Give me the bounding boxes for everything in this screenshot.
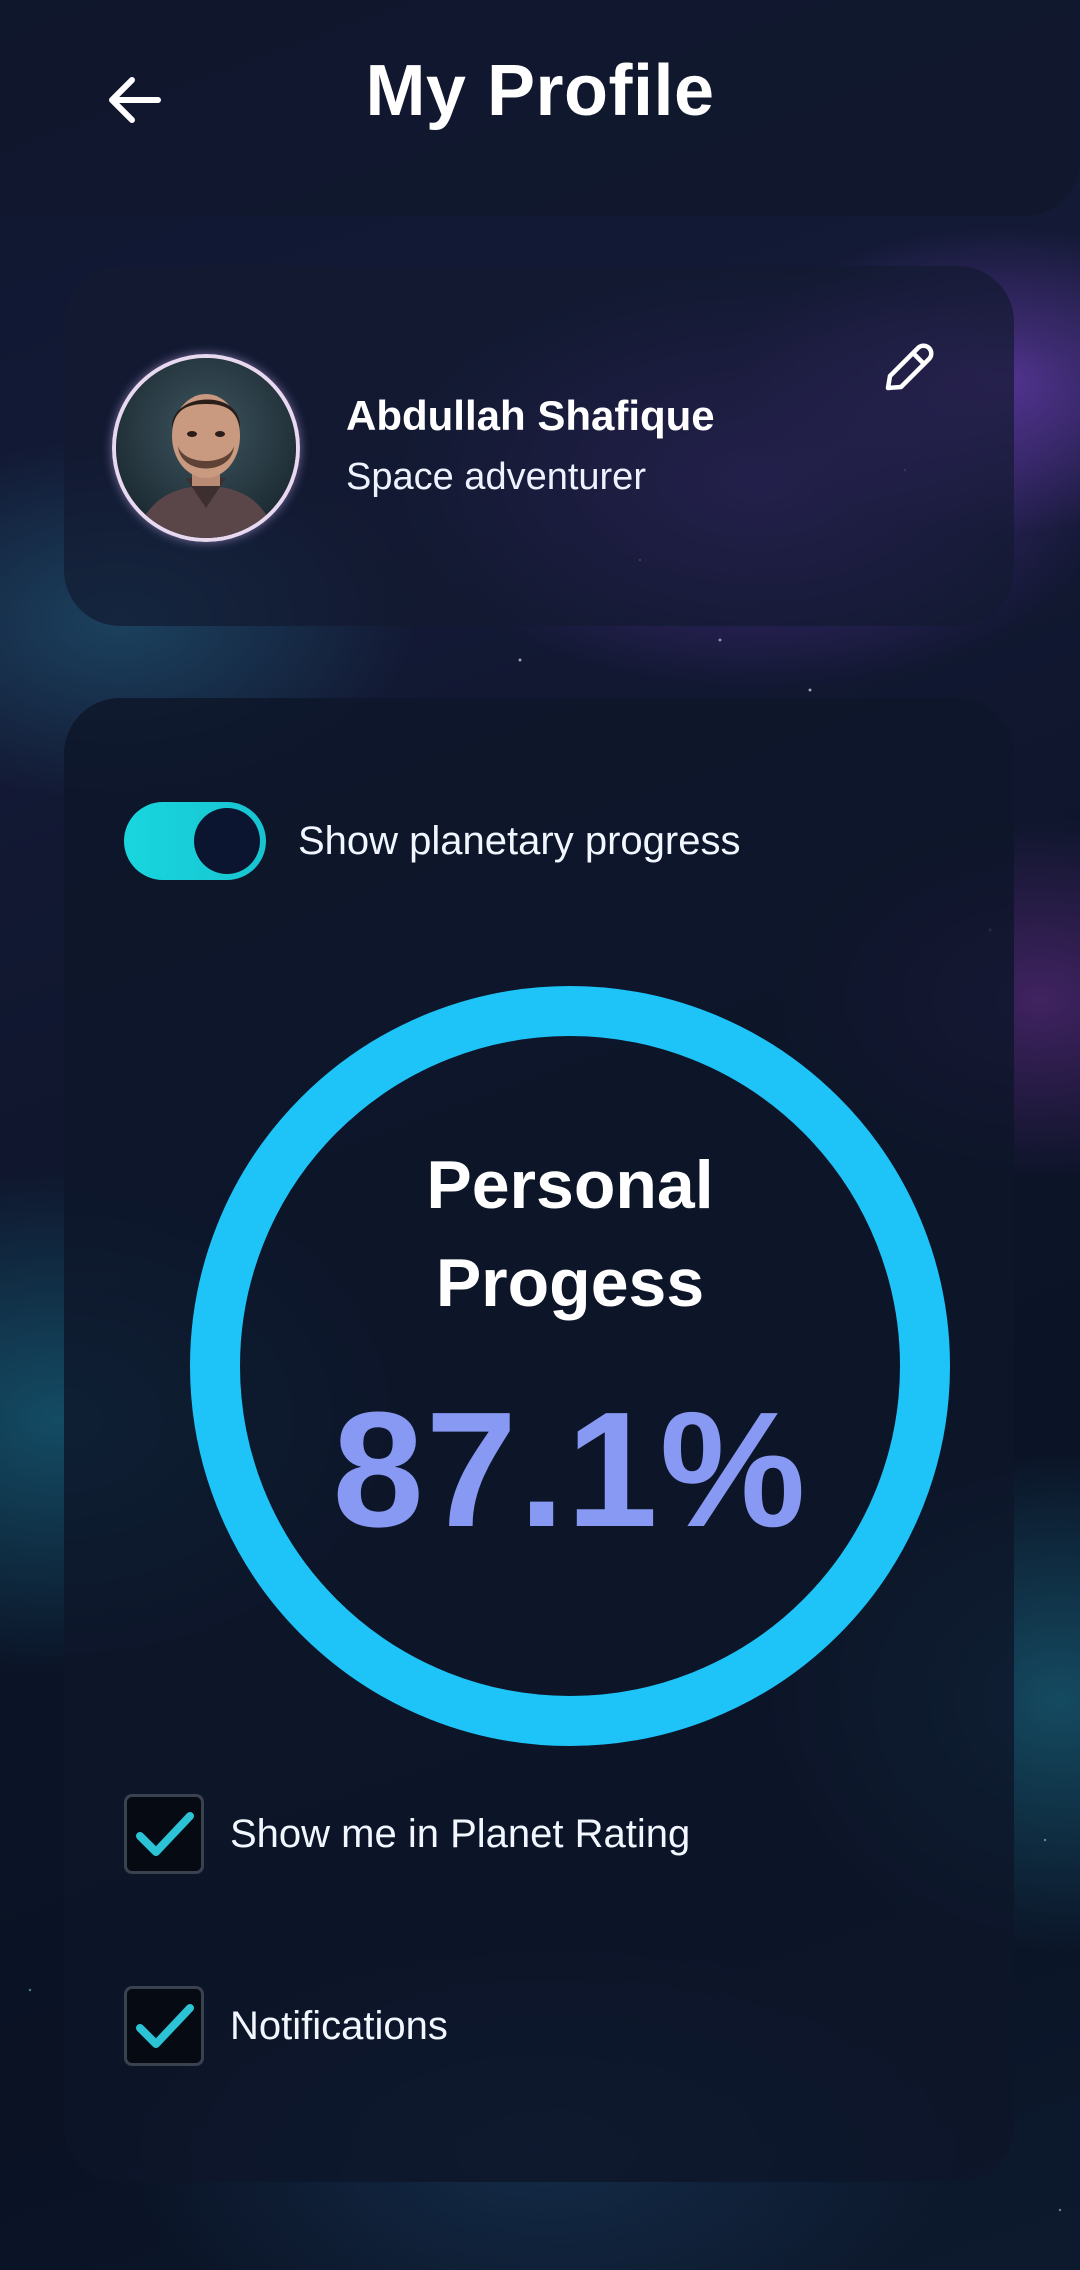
planetary-progress-toggle-row: Show planetary progress (124, 802, 740, 880)
pencil-icon (885, 343, 934, 391)
progress-ring-graphic (190, 986, 950, 1746)
checkmark-icon (136, 2004, 194, 2048)
notifications-checkbox[interactable] (124, 1986, 204, 2066)
checkmark-icon (136, 1812, 194, 1856)
notifications-label: Notifications (230, 2003, 448, 2048)
profile-subtitle: Space adventurer (346, 456, 646, 498)
toggle-knob (194, 808, 260, 874)
profile-card: Abdullah Shafique Space adventurer (64, 266, 1014, 626)
progress-ring: Personal Progess 87.1% (190, 986, 950, 1746)
avatar[interactable] (112, 354, 300, 542)
page-title: My Profile (365, 51, 715, 131)
toggle-label: Show planetary progress (298, 818, 741, 863)
notifications-row: Notifications (124, 1986, 448, 2066)
settings-card: Show planetary progress Personal Progess… (64, 698, 1014, 2182)
progress-value: 87.1% (332, 1378, 808, 1561)
edit-profile-button[interactable] (872, 332, 944, 404)
planet-rating-label: Show me in Planet Rating (230, 1811, 691, 1856)
planetary-progress-toggle[interactable] (124, 802, 266, 880)
app-header: My Profile (0, 0, 1080, 216)
avatar-portrait (116, 358, 296, 538)
planet-rating-row: Show me in Planet Rating (124, 1794, 690, 1874)
profile-name: Abdullah Shafique (346, 392, 715, 439)
planet-rating-checkbox[interactable] (124, 1794, 204, 1874)
progress-title: Personal Progess (426, 1147, 714, 1321)
